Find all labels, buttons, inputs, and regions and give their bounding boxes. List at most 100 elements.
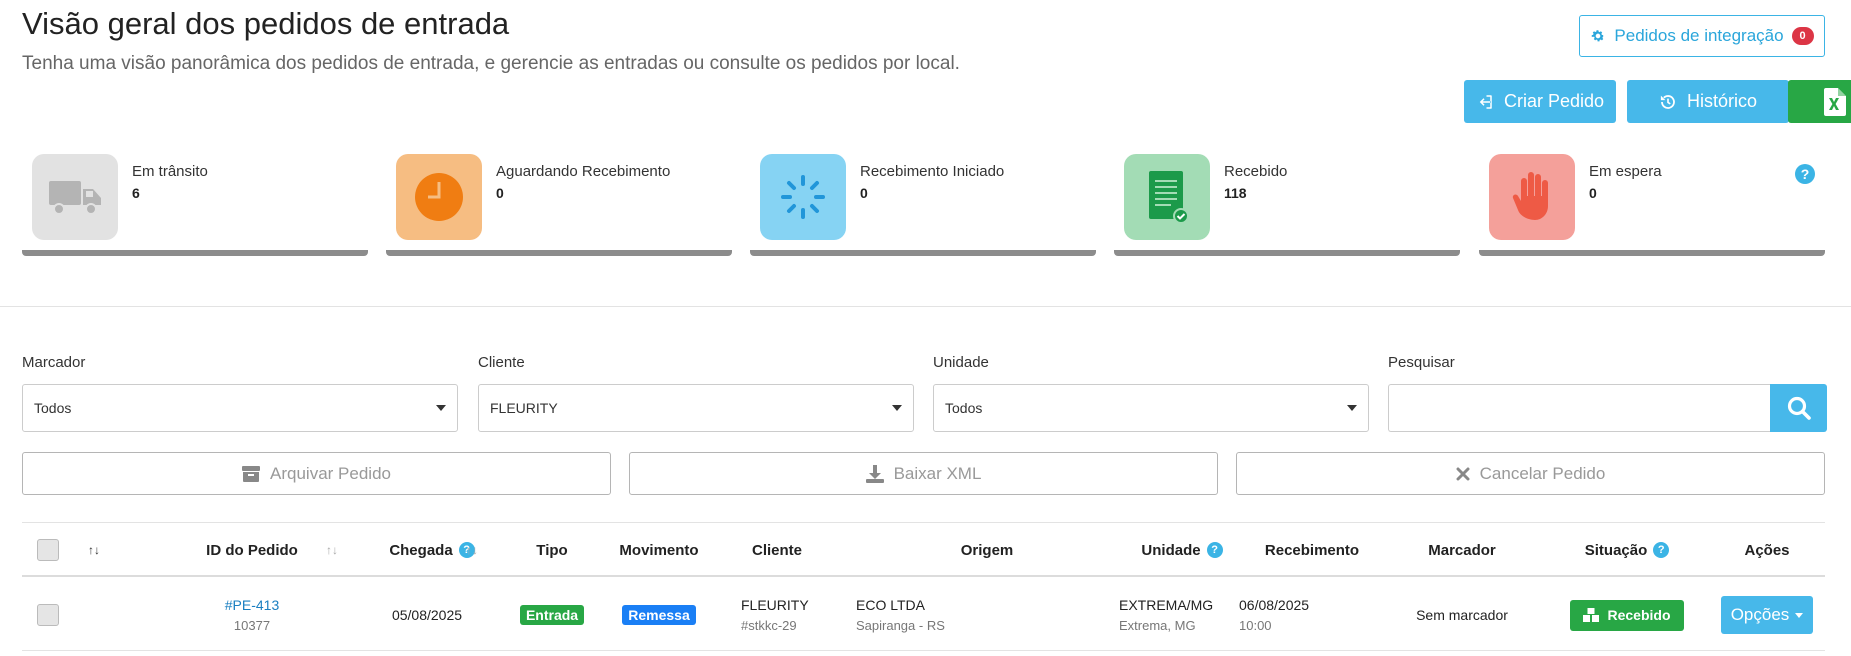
download-icon: [865, 464, 884, 483]
stat-label: Aguardando Recebimento: [496, 163, 671, 180]
table-row: #PE-413 10377 05/08/2025 Entrada Remessa…: [22, 579, 1825, 651]
column-header-origem: Origem: [960, 541, 1014, 559]
stat-card-started[interactable]: Recebimento Iniciado 0: [750, 154, 1096, 256]
type-cell: Entrada: [502, 579, 602, 651]
export-excel-button[interactable]: [1788, 80, 1851, 123]
chevron-down-icon: [1795, 612, 1804, 618]
download-xml-button[interactable]: Baixar XML: [629, 452, 1218, 495]
unit-cell: EXTREMA/MG Extrema, MG: [1119, 579, 1249, 651]
archive-order-label: Arquivar Pedido: [270, 463, 391, 483]
archive-order-button[interactable]: Arquivar Pedido: [22, 452, 611, 495]
cancel-order-button[interactable]: Cancelar Pedido: [1236, 452, 1825, 495]
column-header-acoes: Ações: [1744, 541, 1790, 559]
column-header-chegada[interactable]: Chegada?: [362, 523, 502, 577]
archive-icon: [242, 465, 261, 482]
column-header-tipo: Tipo: [536, 541, 568, 559]
arrival-date-cell: 05/08/2025: [391, 607, 463, 623]
marker-cell: Sem marcador: [1416, 607, 1508, 623]
sign-in-icon: [1479, 94, 1492, 109]
sort-icon[interactable]: ↑↓: [326, 523, 338, 577]
status-badge: Recebido: [1570, 599, 1684, 631]
unit-location: Extrema, MG: [1119, 618, 1196, 633]
column-header-unidade: Unidade?: [1112, 523, 1252, 577]
movement-badge: Remessa: [622, 605, 696, 625]
origin-location: Sapiranga - RS: [856, 618, 945, 633]
stat-label: Em espera: [1589, 163, 1662, 180]
boxes-icon: [1583, 608, 1600, 622]
integration-orders-label: Pedidos de integração: [1614, 26, 1784, 45]
search-icon: [1787, 396, 1811, 420]
stat-label: Recebido: [1224, 163, 1288, 180]
status-label: Recebido: [1607, 607, 1671, 623]
actions-cell: Opções: [1712, 579, 1822, 651]
stat-card-on-hold[interactable]: Em espera 0 ?: [1479, 154, 1825, 256]
chevron-down-icon: [436, 405, 446, 411]
column-header-situacao: Situação?: [1552, 523, 1702, 577]
sort-icon[interactable]: ↑↓: [88, 523, 100, 577]
marcador-select[interactable]: Todos: [22, 384, 458, 432]
create-order-label: Criar Pedido: [1503, 91, 1605, 111]
column-header-id[interactable]: ID do Pedido: [152, 523, 352, 577]
stat-value: 118: [1224, 185, 1247, 201]
row-checkbox[interactable]: [36, 579, 60, 651]
help-icon[interactable]: ?: [1206, 542, 1223, 558]
clock-icon: [396, 154, 482, 240]
table-header: ↑↓ ID do Pedido ↑↓ Chegada? ↑↓ Tipo Movi…: [22, 523, 1825, 577]
origin-name: ECO LTDA: [856, 597, 925, 613]
order-id-link[interactable]: #PE-413: [225, 597, 279, 613]
column-header-cliente: Cliente: [751, 541, 802, 559]
column-header-movimento: Movimento: [619, 541, 699, 559]
column-header-recebimento: Recebimento: [1264, 541, 1360, 559]
select-all-checkbox[interactable]: [36, 523, 60, 577]
stat-card-in-transit[interactable]: Em trânsito 6: [22, 154, 368, 256]
section-divider: [0, 306, 1851, 307]
stat-label: Em trânsito: [132, 163, 208, 180]
spinner-icon: [760, 154, 846, 240]
filter-label-unidade: Unidade: [933, 354, 989, 371]
download-xml-label: Baixar XML: [893, 463, 982, 483]
unidade-select-value: Todos: [945, 400, 983, 416]
filter-label-cliente: Cliente: [478, 354, 525, 371]
integration-orders-button[interactable]: Pedidos de integração 0: [1579, 15, 1825, 57]
document-check-icon: [1124, 154, 1210, 240]
stat-value: 6: [132, 185, 140, 201]
client-cell: FLEURITY #stkkc-29: [741, 579, 851, 651]
stat-label: Recebimento Iniciado: [860, 163, 1005, 180]
truck-icon: [32, 154, 118, 240]
receipt-time: 10:00: [1239, 618, 1272, 633]
status-cell: Recebido: [1552, 579, 1702, 651]
stat-value: 0: [1589, 185, 1597, 201]
integration-count-badge: 0: [1791, 27, 1814, 45]
marcador-select-value: Todos: [34, 400, 72, 416]
search-input[interactable]: [1388, 384, 1770, 432]
create-order-button[interactable]: Criar Pedido: [1464, 80, 1616, 123]
stat-card-received[interactable]: Recebido 118: [1114, 154, 1460, 256]
origin-cell: ECO LTDA Sapiranga - RS: [856, 579, 1086, 651]
receipt-cell: 06/08/2025 10:00: [1239, 579, 1369, 651]
close-icon: [1456, 467, 1470, 480]
history-button[interactable]: Histórico: [1627, 80, 1789, 123]
stat-value: 0: [496, 185, 504, 201]
chevron-down-icon: [1347, 405, 1357, 411]
unidade-select[interactable]: Todos: [933, 384, 1369, 432]
hand-icon: [1489, 154, 1575, 240]
history-label: Histórico: [1686, 91, 1757, 111]
unit-name: EXTREMA/MG: [1119, 597, 1214, 613]
chevron-down-icon: [892, 405, 902, 411]
gear-icon: [1592, 30, 1605, 42]
help-icon[interactable]: ?: [1795, 164, 1815, 184]
order-id-cell: #PE-413 10377: [152, 579, 352, 651]
cliente-select[interactable]: FLEURITY: [478, 384, 914, 432]
client-name: FLEURITY: [741, 597, 809, 613]
sort-icon[interactable]: ↑↓: [466, 523, 478, 577]
options-dropdown-button[interactable]: Opções: [1721, 596, 1813, 634]
filter-label-marcador: Marcador: [22, 354, 86, 371]
search-button[interactable]: [1770, 384, 1827, 432]
receipt-date: 06/08/2025: [1239, 597, 1310, 613]
stat-value: 0: [860, 185, 868, 201]
help-icon[interactable]: ?: [1653, 542, 1670, 558]
stat-card-awaiting[interactable]: Aguardando Recebimento 0: [386, 154, 732, 256]
file-excel-icon: [1823, 87, 1846, 116]
page-subtitle: Tenha uma visão panorâmica dos pedidos d…: [22, 53, 960, 74]
status-cards: Em trânsito 6 Aguardando Recebimento 0 R…: [22, 154, 1825, 258]
